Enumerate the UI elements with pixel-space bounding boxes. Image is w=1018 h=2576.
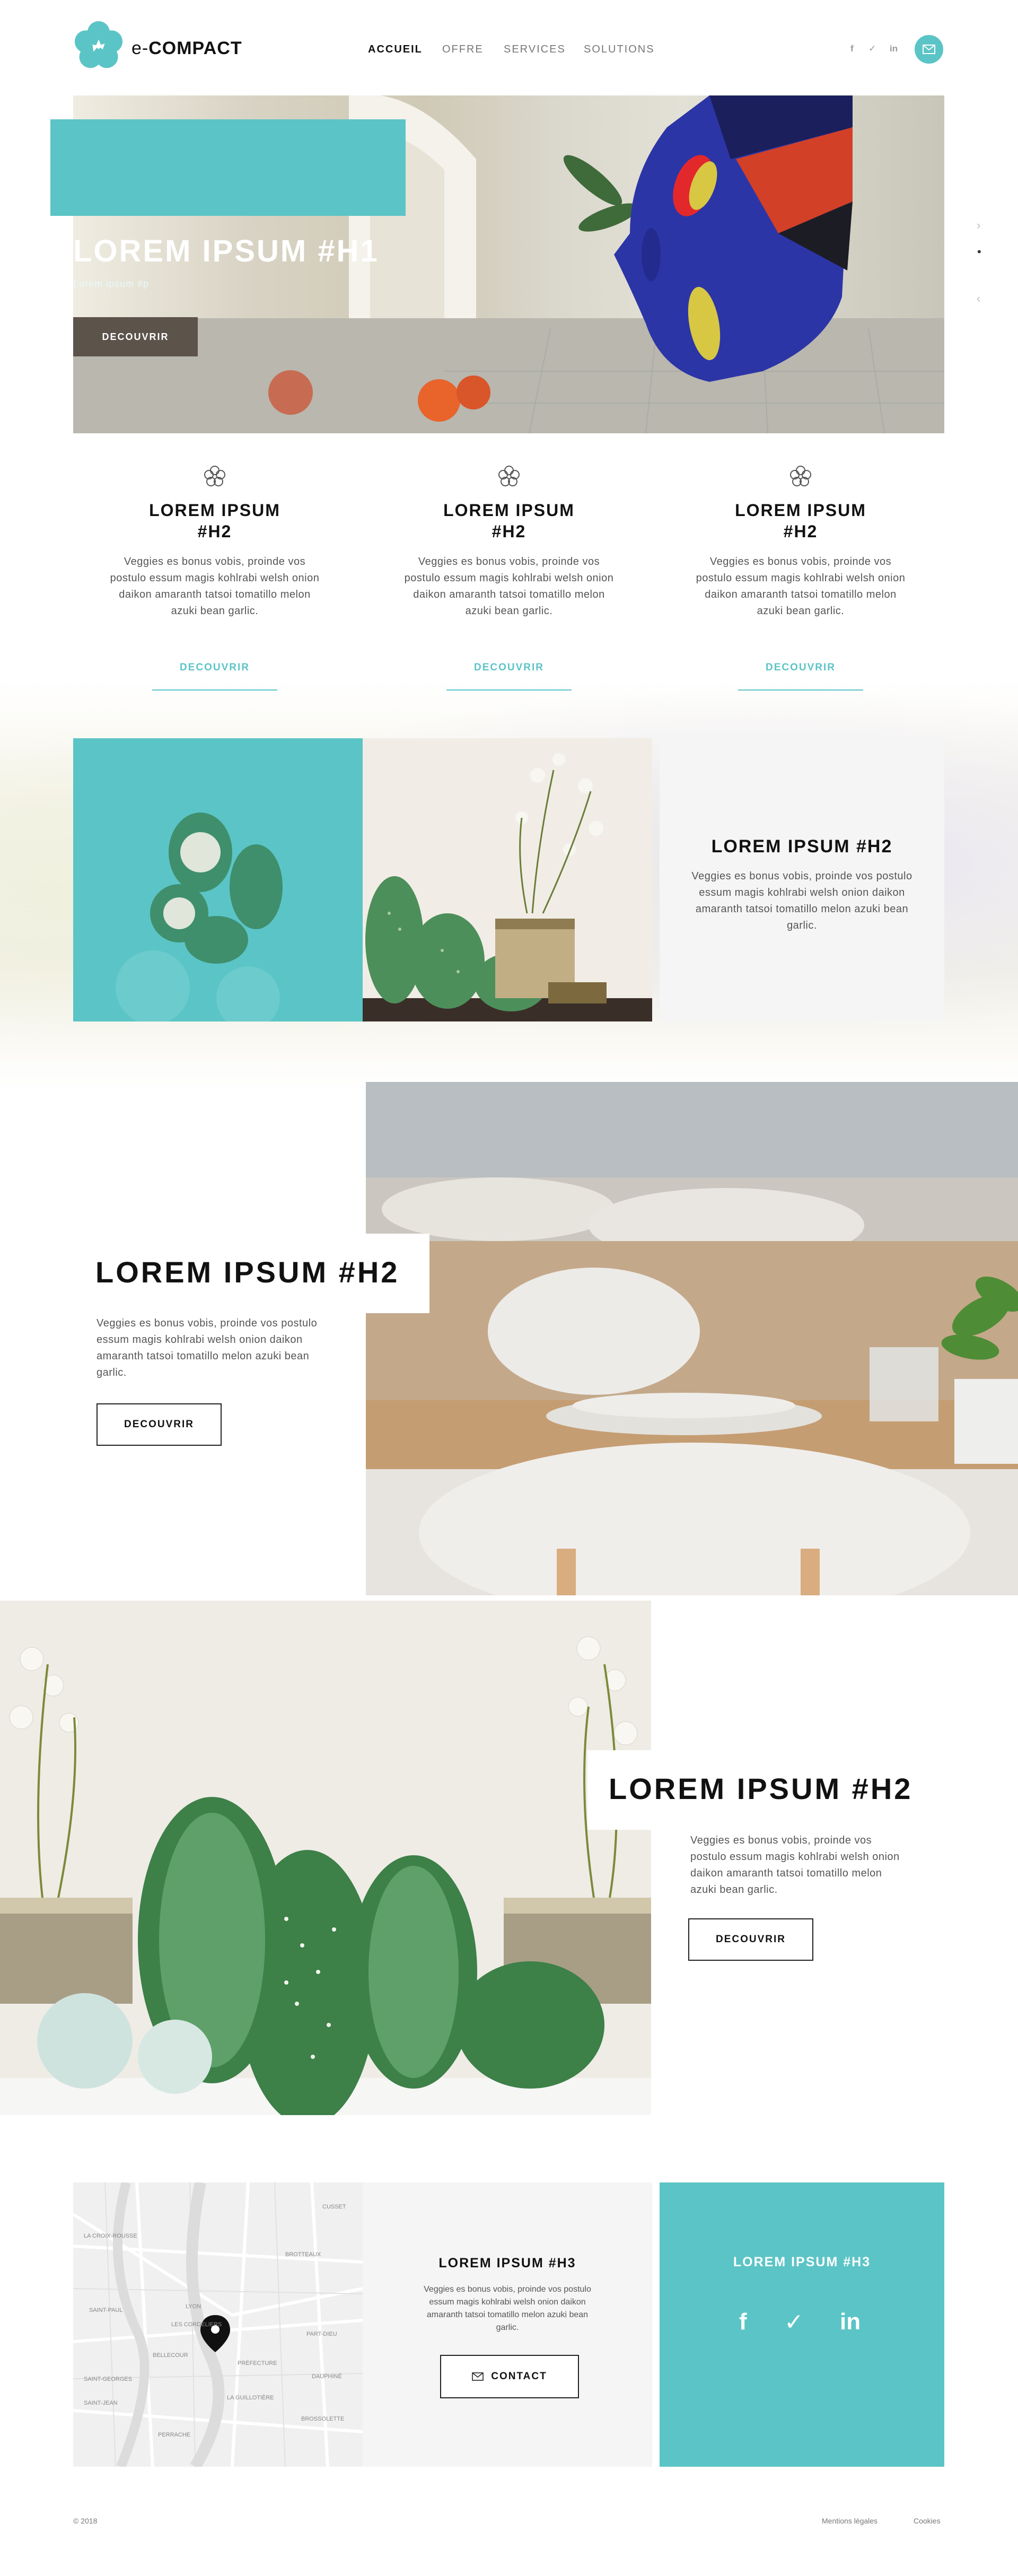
cactus-section-text: Veggies es bonus vobis, proinde vos post… [690, 1835, 900, 1896]
cookies-link[interactable]: Cookies [914, 2517, 941, 2525]
flower-icon [204, 466, 225, 486]
cactus-illustration [0, 1601, 651, 2115]
cactus-photo [363, 738, 652, 1021]
card-text: Veggies es bonus vobis, proinde vos post… [691, 870, 912, 931]
contact-button-label: CONTACT [491, 2371, 547, 2382]
map-label: DAUPHINÉ [312, 2373, 342, 2380]
feature-column-1: LOREM IPSUM #H2 Veggies es bonus vobis, … [101, 464, 329, 691]
location-map[interactable]: LA CROIX-ROUSSE SAINT-PAUL LYON LES CORD… [73, 2182, 363, 2467]
restaurant-photo [366, 1082, 1018, 1595]
map-label: BROTTEAUX [285, 2251, 321, 2258]
cactus-photo-card [363, 738, 652, 1021]
map-label: PRÉFECTURE [238, 2360, 277, 2367]
feature-discover-link[interactable]: DECOUVRIR [446, 662, 572, 691]
mail-icon [923, 45, 935, 54]
facebook-icon[interactable]: f [850, 43, 854, 54]
map-label: SAINT-PAUL [89, 2307, 123, 2313]
contact-block: LOREM IPSUM #H3 Veggies es bonus vobis, … [363, 2182, 652, 2467]
slider-prev-arrow[interactable]: ‹ [977, 292, 980, 305]
map-label: LES CORDELIERS [171, 2321, 222, 2328]
hero-discover-button[interactable]: DECOUVRIR [73, 317, 198, 356]
twitter-icon[interactable]: ✓ [868, 43, 876, 54]
nav-offre[interactable]: OFFRE [442, 43, 484, 56]
feature-discover-link[interactable]: DECOUVRIR [738, 662, 863, 691]
feature-title: LOREM IPSUM #H2 [149, 501, 280, 541]
cactus-photo-large [0, 1601, 651, 2115]
twitter-icon[interactable]: ✓ [784, 2309, 804, 2336]
nav-solutions[interactable]: SOLUTIONS [584, 43, 655, 56]
restaurant-discover-button[interactable]: DECOUVRIR [96, 1403, 222, 1446]
brand-name[interactable]: e-COMPACT [131, 38, 242, 59]
copyright: © 2018 [73, 2517, 98, 2525]
slider-next-arrow[interactable]: › [977, 219, 980, 232]
contact-button[interactable]: CONTACT [440, 2355, 579, 2398]
nav-services[interactable]: SERVICES [504, 43, 566, 56]
map-label: LA GUILLOTIÈRE [227, 2395, 274, 2401]
hero-subtitle: Lorem ipsum #p [73, 278, 150, 289]
map-label: LA CROIX-ROUSSE [84, 2233, 137, 2239]
cactus-section-title: LOREM IPSUM #H2 [609, 1772, 913, 1805]
map-label: BROSSOLETTE [301, 2416, 345, 2422]
feature-discover-link[interactable]: DECOUVRIR [152, 662, 277, 691]
logo-flower-icon[interactable] [73, 20, 124, 71]
hero-title: LOREM IPSUM #H1 [73, 234, 379, 268]
map-label: PERRACHE [158, 2432, 191, 2438]
legal-link[interactable]: Mentions légales [822, 2517, 877, 2525]
map-label: SAINT-JEAN [84, 2400, 118, 2406]
map-label: LYON [186, 2303, 201, 2310]
brand-main: COMPACT [148, 38, 242, 58]
feature-column-2: LOREM IPSUM #H2 Veggies es bonus vobis, … [395, 464, 623, 691]
map-label: PART-DIEU [306, 2331, 337, 2337]
cactus-discover-button[interactable]: DECOUVRIR [688, 1918, 813, 1961]
linkedin-icon[interactable]: in [890, 43, 898, 54]
map-label: CUSSET [322, 2204, 346, 2210]
feature-title: LOREM IPSUM #H2 [735, 501, 866, 541]
restaurant-illustration [366, 1082, 1018, 1595]
contact-title: LOREM IPSUM #H3 [438, 2256, 576, 2271]
feature-text: Veggies es bonus vobis, proinde vos post… [404, 556, 614, 617]
flower-icon [498, 466, 520, 486]
linkedin-icon[interactable]: in [840, 2309, 861, 2335]
social-title: LOREM IPSUM #H3 [733, 2255, 871, 2269]
mail-button[interactable] [915, 35, 943, 64]
mail-icon [472, 2372, 484, 2381]
restaurant-section-text: Veggies es bonus vobis, proinde vos post… [96, 1317, 318, 1378]
feature-text: Veggies es bonus vobis, proinde vos post… [696, 556, 906, 617]
contact-text: Veggies es bonus vobis, proinde vos post… [424, 2285, 591, 2332]
map-label: BELLECOUR [153, 2352, 188, 2359]
facebook-icon[interactable]: f [739, 2309, 747, 2335]
teal-cactus-card [73, 738, 363, 1021]
flower-icon [790, 466, 811, 486]
cactus-silhouette-image [73, 738, 363, 1021]
feature-text: Veggies es bonus vobis, proinde vos post… [110, 556, 320, 617]
map-label: SAINT-GEORGES [84, 2376, 133, 2382]
nav-accueil[interactable]: ACCUEIL [368, 43, 423, 56]
social-block: LOREM IPSUM #H3 f ✓ in [660, 2182, 944, 2467]
hero-title-panel [50, 119, 406, 216]
text-card: LOREM IPSUM #H2 Veggies es bonus vobis, … [660, 738, 944, 1021]
feature-title: LOREM IPSUM #H2 [443, 501, 575, 541]
card-title: LOREM IPSUM #H2 [711, 836, 893, 857]
feature-column-3: LOREM IPSUM #H2 Veggies es bonus vobis, … [687, 464, 915, 691]
brand-prefix: e- [131, 38, 149, 58]
restaurant-section-title: LOREM IPSUM #H2 [95, 1255, 400, 1289]
slider-dot-active[interactable]: • [977, 245, 981, 259]
